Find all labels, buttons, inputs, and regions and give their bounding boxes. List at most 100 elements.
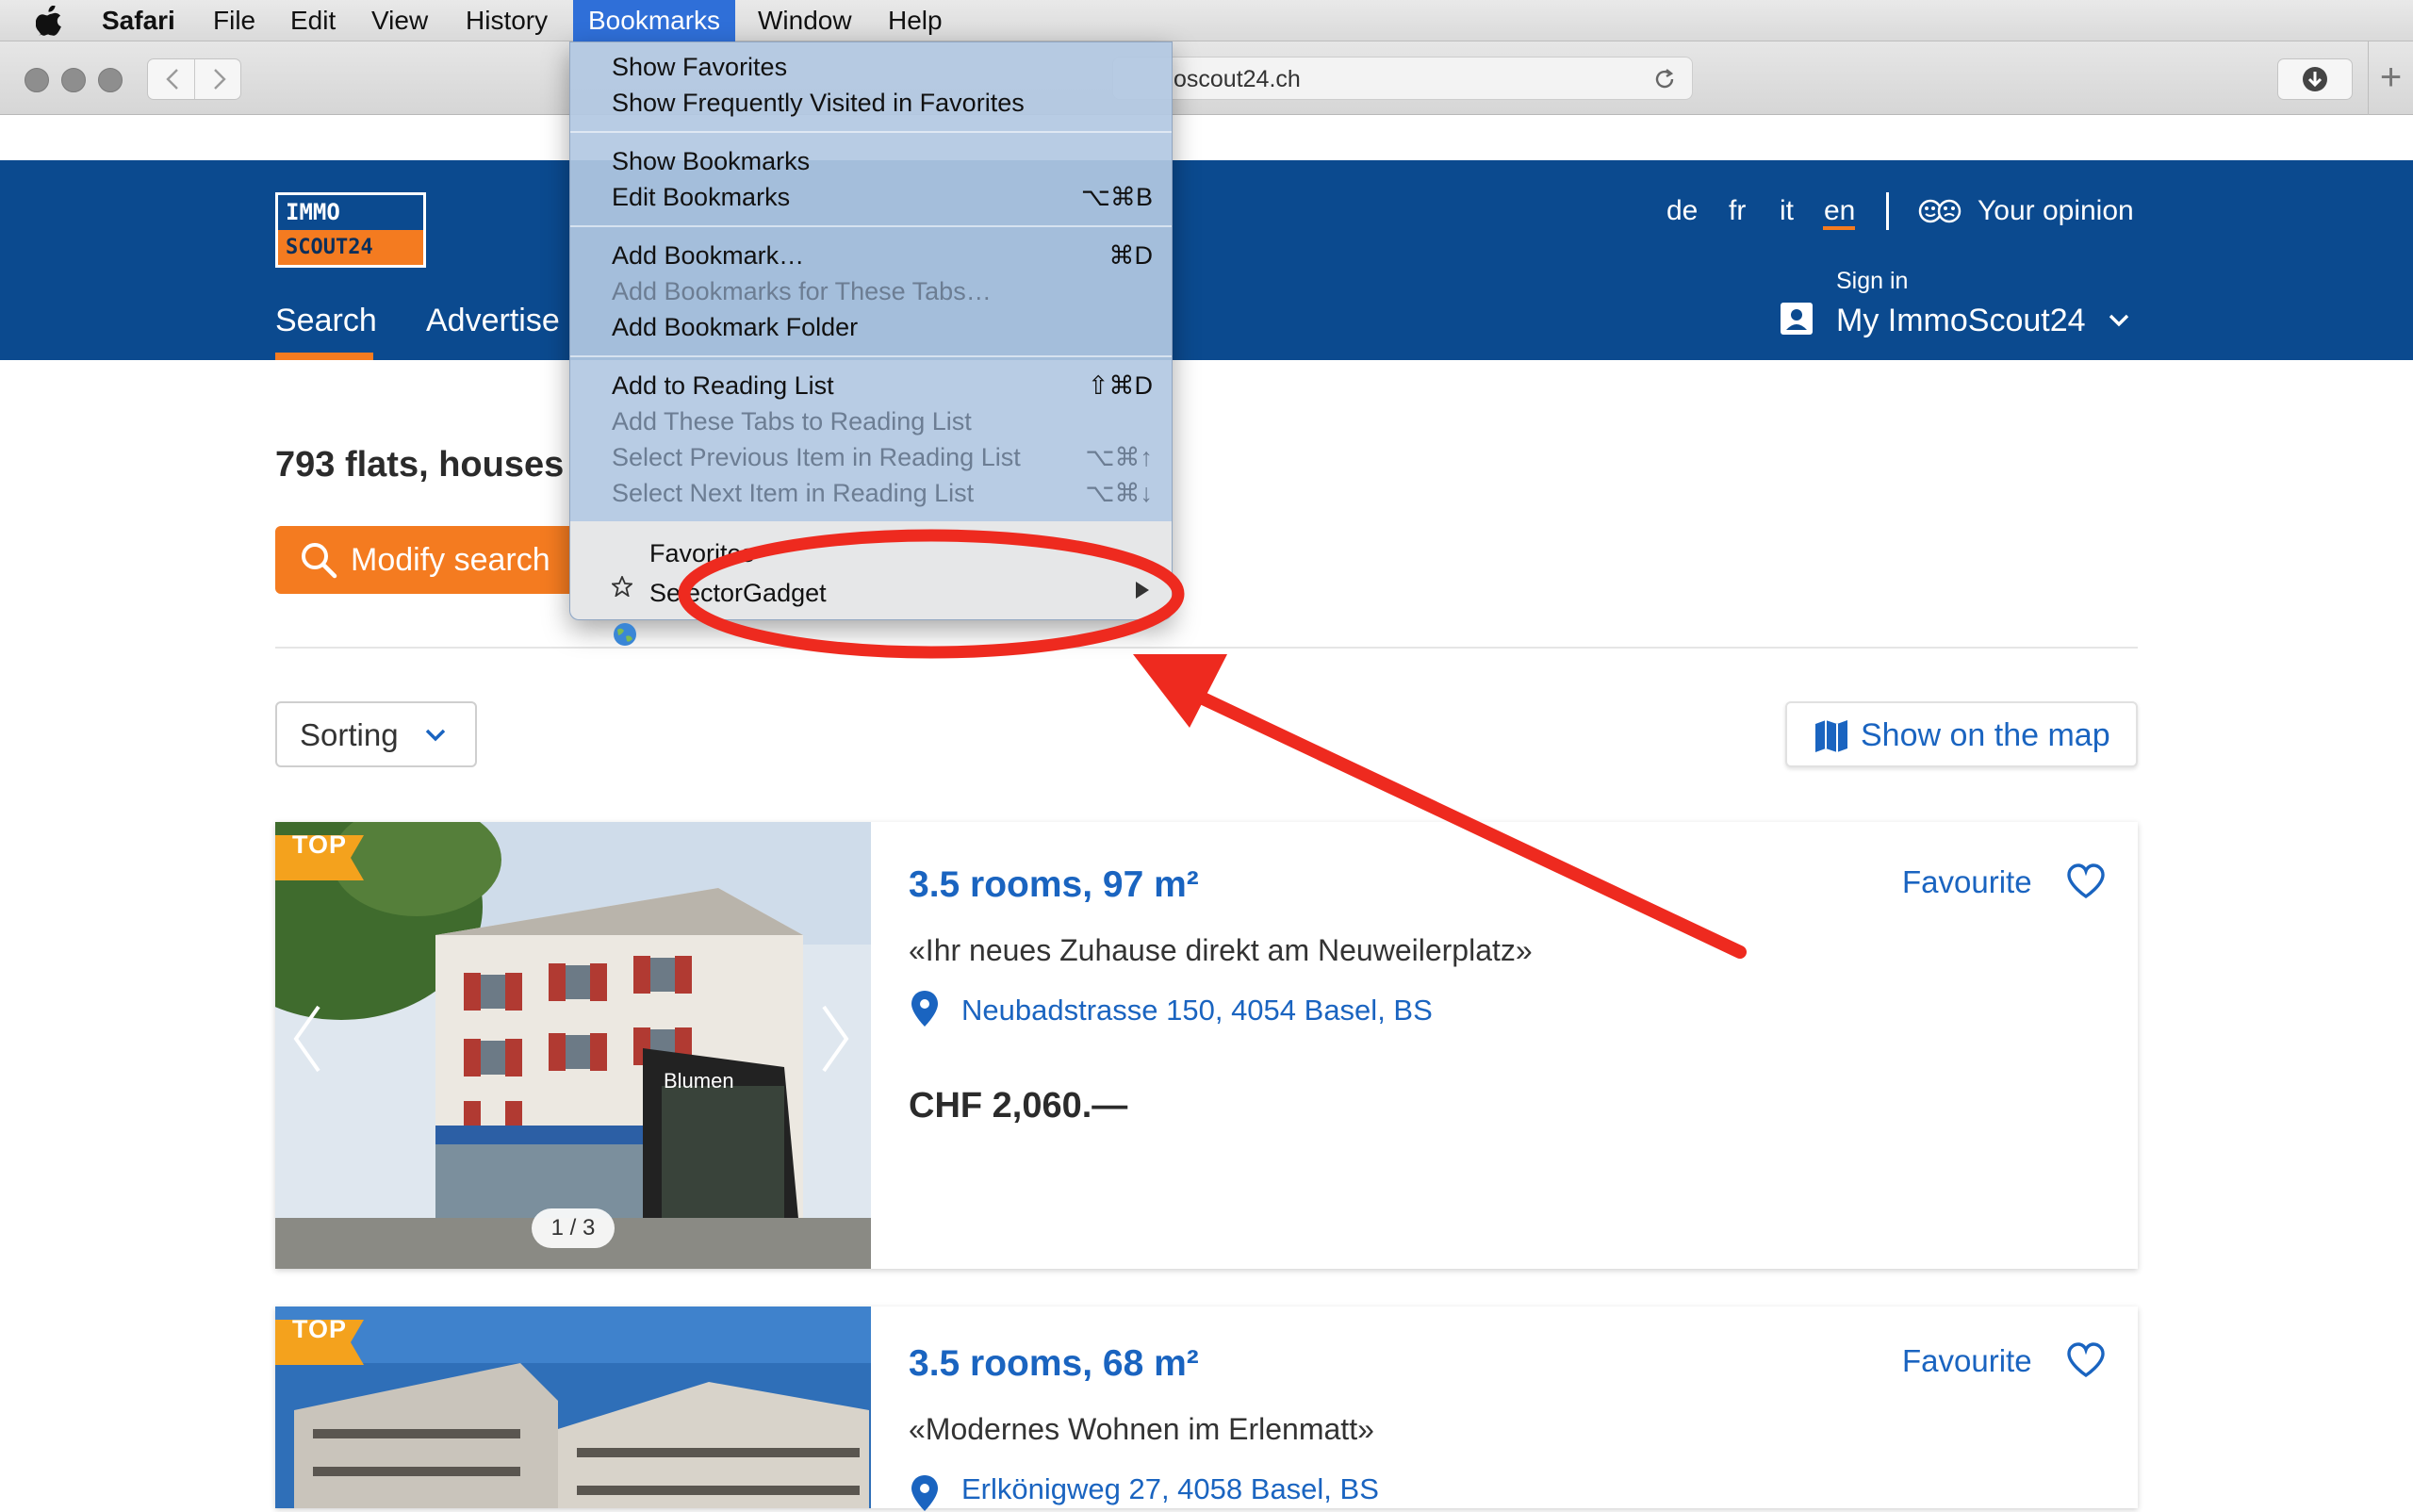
image-counter: 1 / 3: [532, 1208, 615, 1248]
menu-safari[interactable]: Safari: [102, 0, 175, 41]
globe-icon: [614, 623, 636, 646]
immoscout-logo[interactable]: IMMO SCOUT24: [275, 192, 426, 268]
listing-title[interactable]: 3.5 rooms, 68 m²: [909, 1340, 1199, 1388]
downloads-button[interactable]: [2277, 58, 2353, 100]
menu-item-add-bookmark[interactable]: Add Bookmark…: [612, 238, 804, 272]
menu-separator: [570, 225, 1172, 227]
menu-file[interactable]: File: [213, 0, 255, 41]
menu-window[interactable]: Window: [758, 0, 852, 41]
url-text: oscout24.ch: [1174, 66, 1301, 92]
close-window-button[interactable]: [25, 68, 49, 92]
menu-bookmarks[interactable]: Bookmarks: [573, 0, 736, 41]
zoom-window-button[interactable]: [98, 68, 123, 92]
menu-view[interactable]: View: [371, 0, 428, 41]
my-immoscout-menu[interactable]: My ImmoScout24: [1836, 300, 2086, 341]
heart-icon[interactable]: [2066, 1342, 2106, 1378]
star-icon: [612, 576, 632, 597]
map-icon: [1815, 720, 1847, 752]
back-arrow-icon[interactable]: [161, 67, 186, 91]
section-divider: [275, 647, 2138, 649]
favourite-label[interactable]: Favourite: [1902, 1340, 2032, 1382]
minimize-window-button[interactable]: [61, 68, 86, 92]
sign-in-label[interactable]: Sign in: [1836, 268, 1908, 295]
menu-item-show-frequently-visited[interactable]: Show Frequently Visited in Favorites: [612, 86, 1025, 120]
logo-text-top: IMMO: [278, 195, 423, 230]
chevron-down-icon[interactable]: [2106, 307, 2132, 334]
sorting-dropdown[interactable]: Sorting: [275, 701, 477, 767]
submenu-arrow-icon: [1136, 582, 1149, 599]
shortcut-add-to-reading-list: ⇧⌘D: [1087, 371, 1153, 400]
listing-card[interactable]: Blumen TOP 1 / 3 3.5 rooms, 97 m² «Ihr n…: [275, 822, 2138, 1269]
menu-separator: [570, 131, 1172, 133]
results-count-title: 793 flats, houses: [275, 445, 565, 485]
bookmarks-menu: Show Favorites Show Frequently Visited i…: [569, 41, 1173, 646]
shortcut-select-next-reading: ⌥⌘↓: [1085, 479, 1153, 507]
back-forward-group: [147, 58, 241, 100]
menu-separator: [570, 355, 1172, 357]
heart-icon[interactable]: [2066, 863, 2106, 899]
pointer-arrow-head: [1133, 654, 1227, 728]
shop-sign-text: Blumen: [664, 1069, 734, 1093]
forward-arrow-icon[interactable]: [206, 67, 231, 91]
menu-item-select-next-reading: Select Next Item in Reading List: [612, 479, 975, 507]
your-opinion-link[interactable]: Your opinion: [1978, 192, 2134, 230]
nav-search[interactable]: Search: [275, 300, 377, 341]
menu-help[interactable]: Help: [888, 0, 943, 41]
active-language-indicator: [1823, 226, 1855, 230]
menu-item-show-favorites[interactable]: Show Favorites: [612, 50, 787, 84]
menu-edit[interactable]: Edit: [290, 0, 336, 41]
search-icon: [302, 543, 337, 579]
lang-fr[interactable]: fr: [1729, 192, 1746, 230]
chevron-right-icon[interactable]: [816, 1001, 854, 1076]
chevron-left-icon[interactable]: [288, 1001, 326, 1076]
listing-photo-image: [275, 1307, 871, 1508]
location-pin-icon: [911, 991, 938, 1027]
address-bar[interactable]: oscout24.ch: [1112, 57, 1693, 100]
nav-active-indicator: [275, 353, 373, 360]
nav-advertise[interactable]: Advertise: [426, 300, 560, 341]
header-divider: [1886, 192, 1889, 230]
macos-menu-bar: Safari File Edit View History Bookmarks …: [0, 0, 2413, 41]
top-badge-label: TOP: [292, 1315, 348, 1343]
listing-price: CHF 2,060.—: [909, 1086, 1128, 1126]
listing-title[interactable]: 3.5 rooms, 97 m²: [909, 862, 1199, 909]
menu-history[interactable]: History: [466, 0, 548, 41]
listing-photo[interactable]: TOP: [275, 1307, 871, 1508]
listing-card[interactable]: TOP 3.5 rooms, 68 m² «Modernes Wohnen im…: [275, 1307, 2138, 1511]
reload-icon[interactable]: [1652, 67, 1677, 91]
listing-photo-image: Blumen: [275, 822, 871, 1269]
shortcut-add-bookmark: ⌘D: [1108, 241, 1154, 270]
user-account-icon[interactable]: [1780, 302, 1814, 336]
show-on-map-button[interactable]: Show on the map: [1785, 701, 2138, 767]
favourite-label[interactable]: Favourite: [1902, 862, 2032, 903]
listing-address[interactable]: Erlkönigweg 27, 4058 Basel, BS: [961, 1469, 1379, 1510]
listing-address[interactable]: Neubadstrasse 150, 4054 Basel, BS: [961, 990, 1433, 1031]
menu-item-selectorgadget[interactable]: SelectorGadget: [649, 576, 827, 610]
menu-item-edit-bookmarks[interactable]: Edit Bookmarks: [612, 180, 790, 214]
new-tab-button[interactable]: +: [2368, 41, 2413, 115]
menu-item-add-bookmark-folder[interactable]: Add Bookmark Folder: [612, 310, 858, 344]
apple-logo-icon[interactable]: [36, 6, 64, 36]
listing-description: «Ihr neues Zuhause direkt am Neuweilerpl…: [909, 933, 1533, 967]
lang-it[interactable]: it: [1780, 192, 1794, 230]
shortcut-edit-bookmarks: ⌥⌘B: [1080, 183, 1153, 211]
shortcut-select-previous-reading: ⌥⌘↑: [1085, 443, 1153, 471]
logo-text-bottom: SCOUT24: [278, 230, 423, 265]
modify-search-label: Modify search: [351, 542, 550, 578]
top-badge-label: TOP: [292, 830, 348, 859]
listing-photo[interactable]: Blumen TOP 1 / 3: [275, 822, 871, 1269]
show-on-map-label: Show on the map: [1861, 717, 2110, 753]
menu-item-favorites-submenu[interactable]: Favorites: [649, 536, 754, 570]
menu-item-select-previous-reading: Select Previous Item in Reading List: [612, 443, 1021, 471]
menu-item-show-bookmarks[interactable]: Show Bookmarks: [612, 144, 810, 178]
feedback-faces-icon[interactable]: [1918, 198, 1962, 224]
download-icon: [2303, 67, 2327, 91]
menu-item-add-to-reading-list[interactable]: Add to Reading List: [612, 369, 834, 403]
menu-item-add-tabs-reading-list: Add These Tabs to Reading List: [612, 407, 972, 436]
chevron-down-icon: [425, 729, 446, 742]
lang-en[interactable]: en: [1824, 192, 1855, 230]
location-pin-icon: [911, 1475, 938, 1511]
modify-search-button[interactable]: Modify search: [275, 526, 577, 594]
lang-de[interactable]: de: [1666, 192, 1698, 230]
listing-description: «Modernes Wohnen im Erlenmatt»: [909, 1412, 1374, 1446]
